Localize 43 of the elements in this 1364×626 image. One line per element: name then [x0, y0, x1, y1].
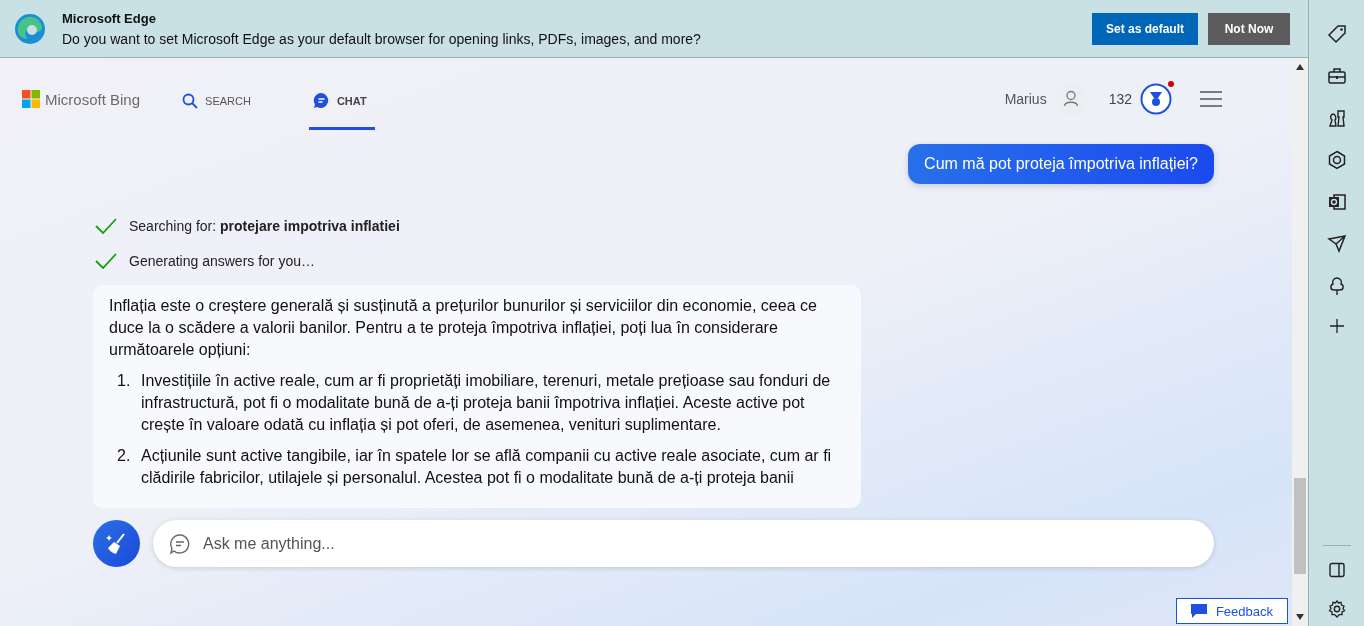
edge-logo-icon: [14, 12, 46, 45]
list-number: 1.: [117, 371, 132, 391]
nav-tab[interactable]: CHAT: [308, 68, 375, 130]
progress-step: Generating answers for you…: [129, 253, 315, 270]
set-default-button[interactable]: Set as default: [1091, 12, 1198, 45]
bing-logo-text: Microsoft Bing: [45, 90, 141, 108]
mail-icon[interactable]: [1326, 192, 1347, 212]
list-item-text: Investițiile în active reale, cum ar fi proprietăți imobiliare, terenuri, metale prețioase sau fonduri de infrastructură, pot fi o modalitate bună de a-ți proteja banii împotriva inflației. Aceste active pot crește în valoare odată cu inflația și pot oferi, de asemenea, venituri suplimentare.: [141, 371, 832, 435]
banner-message: Do you want to set Microsoft Edge as your default browser for opening links, PDFs, images, and more?: [62, 30, 702, 47]
progress-step: Searching for: protejare impotriva inflatiei: [129, 217, 400, 234]
nav-tab[interactable]: SEARCH: [178, 68, 259, 130]
chess-icon[interactable]: [1326, 108, 1347, 128]
paper-plane-icon[interactable]: [1326, 234, 1347, 254]
answer-paragraph: Inflația este o creștere generală și susținută a prețurilor bunurilor și serviciilor din economie, ceea ce duce la o scădere a valorii banilor. Pentru a te proteja împotriva inflației, poți lua în considerare următoarele opțiuni:: [109, 296, 818, 360]
medal-icon[interactable]: [1140, 83, 1172, 115]
user-message: Cum mă pot proteja împotriva inflației?: [908, 144, 1214, 184]
rewards-points: 132: [1108, 91, 1132, 107]
windows-logo-icon: [22, 90, 40, 108]
scrollbar[interactable]: [1292, 58, 1308, 626]
feedback-button[interactable]: Feedback: [1175, 598, 1288, 624]
tag-icon[interactable]: [1326, 24, 1347, 44]
chat-input-bar[interactable]: Ask me anything...: [153, 520, 1214, 567]
scroll-up-icon[interactable]: [1296, 64, 1304, 70]
list-number: 2.: [117, 446, 132, 466]
avatar-icon[interactable]: [1054, 83, 1087, 115]
new-topic-button[interactable]: [93, 520, 140, 567]
scrollbar-thumb[interactable]: [1294, 478, 1306, 574]
add-icon[interactable]: [1328, 318, 1345, 334]
feedback-icon: [1190, 604, 1207, 618]
settings-icon[interactable]: [1327, 600, 1346, 618]
menu-icon[interactable]: [1200, 91, 1222, 107]
list-item-text: Acțiunile sunt active tangibile, iar în spatele lor se află companii cu active reale asociate, cum ar fi clădirile fabricilor, utilajele și personalul. Acestea pot fi o modalitate bună de a-ți proteja banii: [141, 446, 833, 488]
panel-icon[interactable]: [1328, 562, 1345, 578]
scroll-down-icon[interactable]: [1296, 614, 1304, 620]
dismiss-button[interactable]: Not Now: [1208, 12, 1290, 45]
chat-input-field[interactable]: Ask me anything...: [201, 533, 1198, 554]
hexagon-logo-icon[interactable]: [1326, 150, 1347, 170]
chat-bubble-icon: [169, 532, 191, 555]
briefcase-icon[interactable]: [1326, 66, 1347, 86]
search-icon: [182, 92, 199, 109]
user-name: Marius: [1004, 91, 1047, 107]
banner-title: Microsoft Edge: [62, 10, 157, 26]
chat-bubble-icon: [312, 92, 330, 109]
